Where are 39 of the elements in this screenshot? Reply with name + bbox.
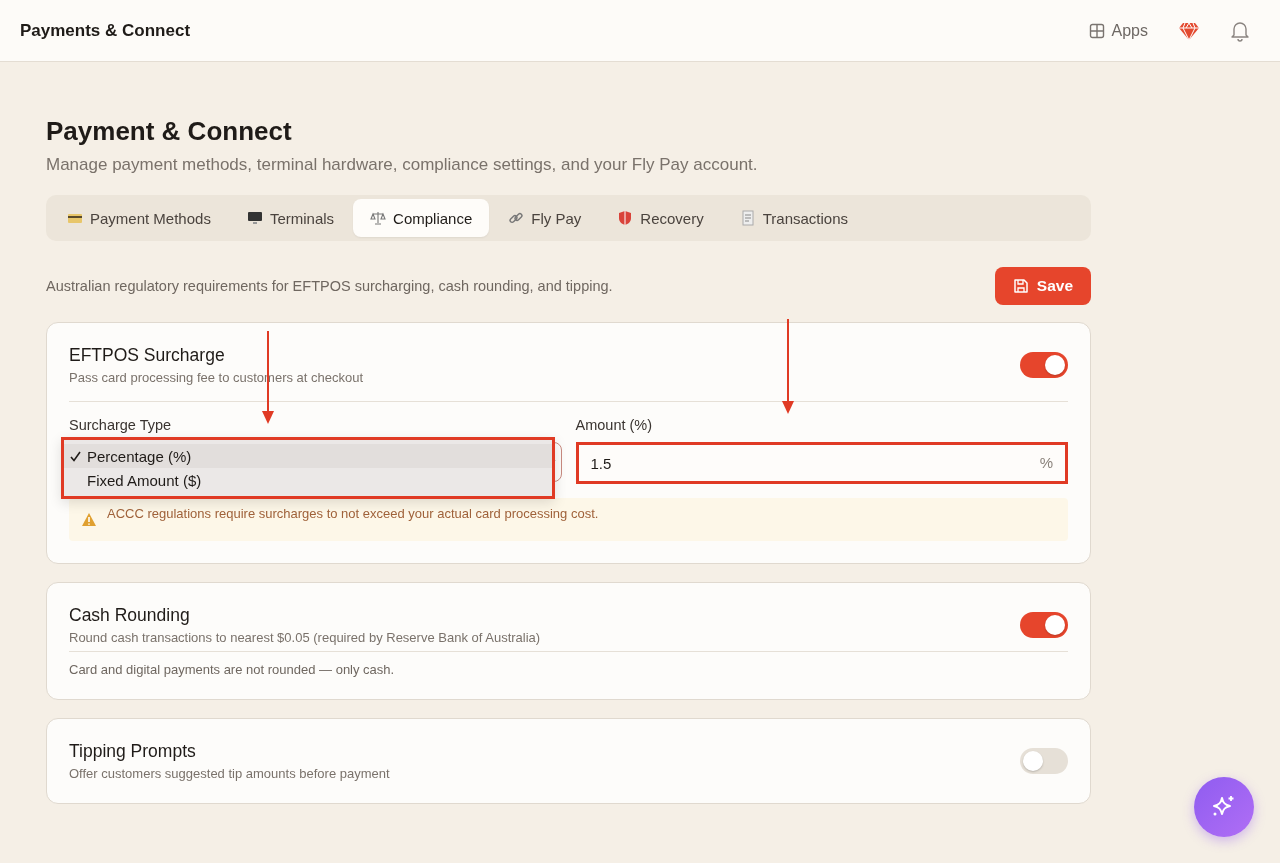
dropdown-option[interactable]: Fixed Amount ($) (64, 468, 552, 492)
unit-suffix: % (1039, 454, 1053, 471)
apps-link[interactable]: Apps (1088, 21, 1148, 40)
card-description: Offer customers suggested tip amounts before payment (69, 766, 390, 781)
monitor-icon (246, 210, 263, 226)
tab[interactable]: Payment Methods (50, 199, 228, 237)
shield-icon (617, 210, 634, 226)
toggle-switch[interactable] (1020, 352, 1068, 378)
tab[interactable]: Transactions (722, 199, 865, 237)
assistant-button[interactable] (1194, 777, 1254, 837)
gem-icon[interactable] (1178, 20, 1200, 41)
field-label: Amount (%) (575, 417, 653, 433)
card-title: EFTPOS Surcharge (69, 345, 226, 366)
toggle-switch[interactable] (1020, 612, 1068, 638)
tab[interactable]: Terminals (229, 199, 352, 237)
checkmark-icon (70, 450, 81, 462)
tab[interactable]: Recovery (600, 199, 721, 237)
field-label: Surcharge Type (69, 417, 172, 433)
app-title: Payments & Connect (20, 20, 191, 41)
warning-text: ACCC regulations require surcharges to not exceed your actual card processing cost. (107, 506, 599, 521)
dropdown-option[interactable]: Percentage (%) (64, 444, 552, 468)
scales-icon (370, 210, 387, 226)
tab[interactable]: Fly Pay (491, 199, 599, 237)
save-icon (1012, 278, 1029, 294)
page-title: Payment & Connect (46, 116, 293, 147)
card-description: Round cash transactions to nearest $0.05 (required by Reserve Bank of Australia) (69, 630, 541, 645)
link-icon (508, 210, 525, 226)
card-note: Card and digital payments are not rounded — only cash. (69, 662, 396, 677)
receipt-icon (739, 210, 756, 226)
bell-icon[interactable] (1230, 19, 1250, 42)
tab[interactable]: Compliance (353, 199, 490, 237)
save-button[interactable]: Save (994, 267, 1091, 305)
card-title: Tipping Prompts (69, 741, 197, 762)
section-description: Australian regulatory requirements for EFTPOS surcharging, cash rounding, and tipping. (46, 278, 613, 294)
card-title: Cash Rounding (69, 605, 191, 626)
grid-icon (1088, 22, 1105, 39)
page-subtitle: Manage payment methods, terminal hardware, compliance settings, and your Fly Pay account. (46, 155, 759, 175)
toggle-switch[interactable] (1020, 748, 1068, 774)
warning-icon (81, 512, 97, 527)
